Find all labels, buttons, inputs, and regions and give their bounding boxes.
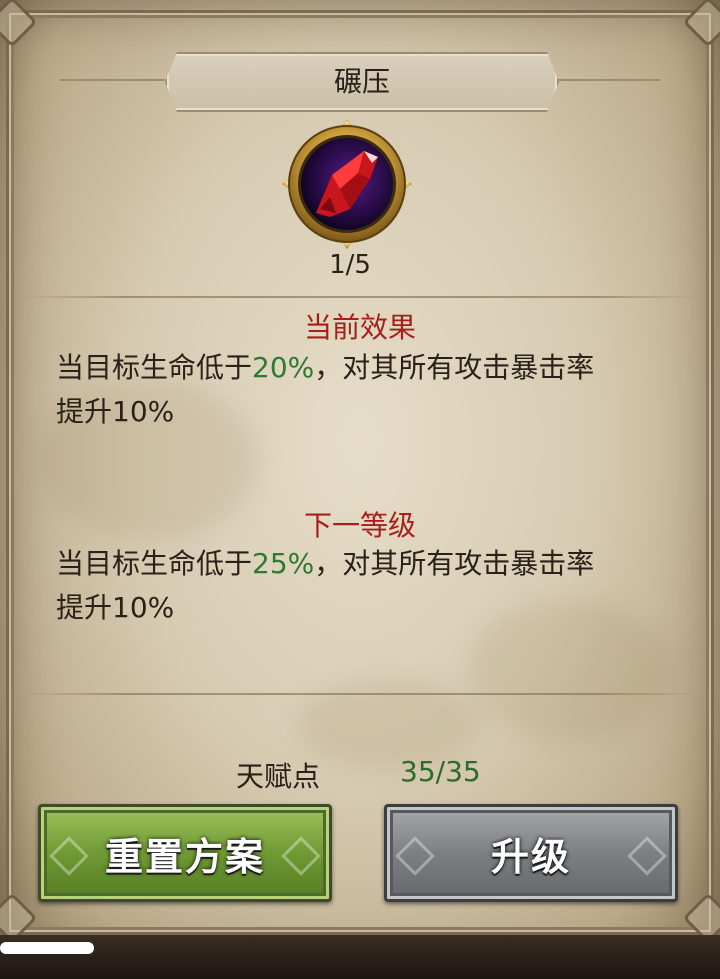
button-ornament <box>395 836 435 876</box>
section-divider <box>20 296 700 298</box>
next-level-title: 下一等级 <box>303 509 416 542</box>
next-level-value: 25% <box>252 547 315 580</box>
crystal-shard-icon[interactable] <box>280 117 414 251</box>
reset-plan-button-label: 重置方案 <box>104 834 265 879</box>
talent-points-label: 天赋点 <box>236 760 321 793</box>
current-effect-prefix: 当目标生命低于 <box>56 351 253 384</box>
upgrade-button[interactable]: 升级 <box>384 804 678 902</box>
button-ornament <box>281 836 321 876</box>
next-level-suffix: ，对其所有攻击暴击率 <box>314 547 595 580</box>
next-level-description: 当目标生命低于25%，对其所有攻击暴击率 提升10% <box>56 542 676 630</box>
current-effect-title: 当前效果 <box>303 311 416 344</box>
current-effect-value: 20% <box>252 351 315 384</box>
current-effect-suffix: ，对其所有攻击暴击率 <box>314 351 595 384</box>
button-ornament <box>49 836 89 876</box>
skill-detail-panel: 碾压 1/5 当前效果 当目标生命低于20%，对其所有攻击暴击率 提升10% 下… <box>0 0 720 979</box>
skill-level: 1/5 <box>329 250 371 280</box>
home-indicator[interactable] <box>0 942 94 954</box>
current-effect-description: 当目标生命低于20%，对其所有攻击暴击率 提升10% <box>56 346 676 434</box>
reset-plan-button[interactable]: 重置方案 <box>38 804 332 902</box>
bottom-bar <box>0 935 720 979</box>
title-side-line <box>555 79 660 81</box>
next-level-line2: 提升10% <box>56 591 175 624</box>
upgrade-button-label: 升级 <box>490 834 571 879</box>
next-level-prefix: 当目标生命低于 <box>56 547 253 580</box>
talent-points-value: 35/35 <box>400 755 481 788</box>
button-ornament <box>627 836 667 876</box>
title-side-line <box>60 79 165 81</box>
skill-title: 碾压 <box>333 65 390 98</box>
current-effect-line2: 提升10% <box>56 395 175 428</box>
section-divider <box>20 693 700 695</box>
